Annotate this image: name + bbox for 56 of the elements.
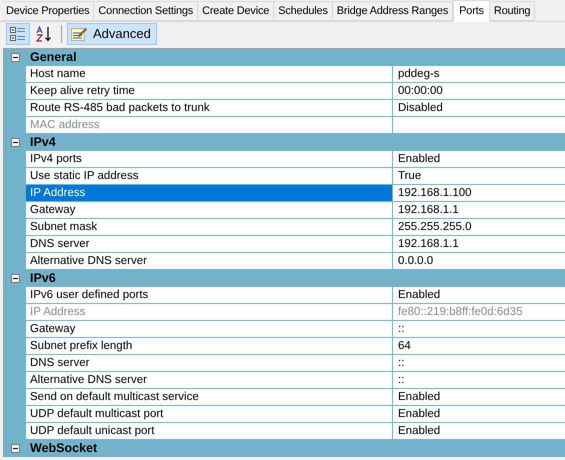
property-value[interactable]: Enabled xyxy=(393,406,565,423)
property-name[interactable]: IP Address xyxy=(26,185,392,202)
property-value[interactable]: Disabled xyxy=(393,100,565,117)
property-name[interactable]: Send on default multicast service xyxy=(26,389,392,406)
collapse-icon[interactable] xyxy=(11,274,20,282)
categorized-icon xyxy=(10,26,26,42)
categorized-button[interactable] xyxy=(6,23,30,45)
property-name[interactable]: Subnet prefix length xyxy=(26,338,392,355)
tab[interactable]: Ports xyxy=(453,0,490,22)
property-name[interactable]: Alternative DNS server xyxy=(26,372,392,389)
property-name[interactable]: Route RS-485 bad packets to trunk xyxy=(26,100,392,117)
tab[interactable]: Create Device xyxy=(198,1,274,21)
tab[interactable]: Routing xyxy=(490,1,536,21)
property-value[interactable]: Enabled xyxy=(393,151,565,168)
property-name[interactable]: Use static IP address xyxy=(26,168,392,185)
sort-az-icon xyxy=(36,26,52,42)
tab[interactable]: Bridge Address Ranges xyxy=(332,1,454,21)
property-name[interactable]: UDP default unicast port xyxy=(26,423,392,440)
property-value[interactable]: 255.255.255.0 xyxy=(393,219,565,236)
property-name[interactable]: Keep alive retry time xyxy=(26,83,392,100)
category-title: WebSocket xyxy=(30,440,98,457)
property-value[interactable]: True xyxy=(393,168,565,185)
collapse-icon[interactable] xyxy=(11,444,20,452)
property-name[interactable]: Host name xyxy=(26,66,392,83)
property-name[interactable]: Subnet mask xyxy=(26,219,392,236)
advanced-button[interactable]: Advanced xyxy=(67,23,157,45)
category-title: General xyxy=(30,48,77,66)
collapse-icon[interactable] xyxy=(11,138,20,146)
property-name[interactable]: DNS server xyxy=(26,355,392,372)
property-value[interactable]: Enabled xyxy=(393,287,565,304)
property-name[interactable]: Alternative DNS server xyxy=(26,253,392,270)
property-name[interactable]: Gateway xyxy=(26,321,392,338)
property-name[interactable]: Gateway xyxy=(26,202,392,219)
tab[interactable]: Schedules xyxy=(274,1,333,21)
tab[interactable]: Device Properties xyxy=(2,1,94,21)
property-value[interactable]: :: xyxy=(393,355,565,372)
property-value[interactable]: 00:00:00 xyxy=(393,83,565,100)
property-value[interactable]: 192.168.1.1 xyxy=(393,202,565,219)
property-value[interactable]: 64 xyxy=(393,338,565,355)
property-value[interactable]: Enabled xyxy=(393,423,565,440)
property-value[interactable]: :: xyxy=(393,321,565,338)
property-name[interactable]: IPv6 user defined ports xyxy=(26,287,392,304)
property-value[interactable]: Enabled xyxy=(393,389,565,406)
collapse-icon[interactable] xyxy=(11,52,20,62)
property-value[interactable]: 192.168.1.1 xyxy=(393,236,565,253)
property-name[interactable]: IPv4 ports xyxy=(26,151,392,168)
category-title: IPv4 xyxy=(30,134,56,151)
category-title: IPv6 xyxy=(30,270,56,287)
notepad-pencil-icon xyxy=(71,26,87,42)
tab[interactable]: Connection Settings xyxy=(94,1,198,21)
property-value[interactable]: 192.168.1.100 xyxy=(393,185,565,202)
property-value[interactable]: :: xyxy=(393,372,565,389)
property-name[interactable]: UDP default multicast port xyxy=(26,406,392,423)
property-value[interactable]: pddeg-s xyxy=(393,66,565,83)
property-name[interactable]: DNS server xyxy=(26,236,392,253)
property-value[interactable]: 0.0.0.0 xyxy=(393,253,565,270)
